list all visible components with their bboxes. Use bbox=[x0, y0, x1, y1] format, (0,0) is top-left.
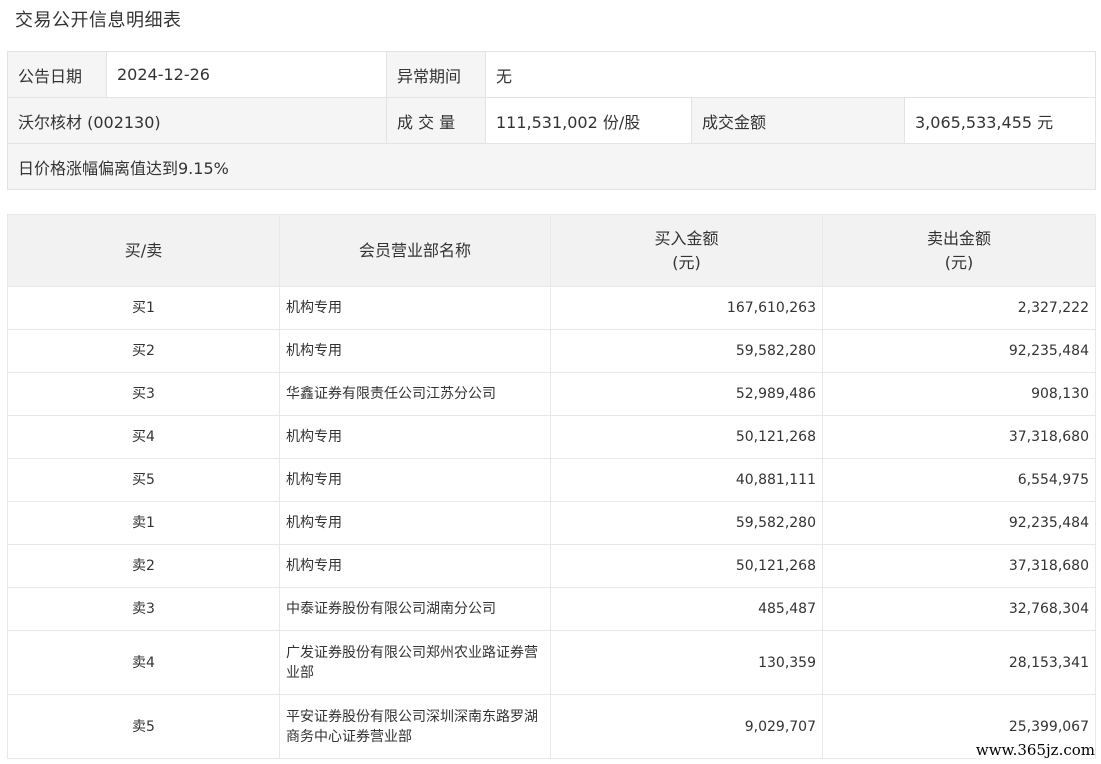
branch-cell: 机构专用 bbox=[279, 286, 551, 330]
branch-cell: 机构专用 bbox=[279, 544, 551, 588]
header-sell-amount: 卖出金额 (元) bbox=[822, 214, 1096, 287]
side-cell: 买2 bbox=[7, 329, 280, 373]
header-buy-unit: (元) bbox=[672, 252, 701, 272]
side-cell: 卖2 bbox=[7, 544, 280, 588]
sell-amount-cell: 28,153,341 bbox=[822, 630, 1096, 695]
header-buy-amount: 买入金额 (元) bbox=[550, 214, 823, 287]
sell-amount-cell: 2,327,222 bbox=[822, 286, 1096, 330]
side-cell: 买1 bbox=[7, 286, 280, 330]
side-cell: 买5 bbox=[7, 458, 280, 502]
branch-cell: 中泰证券股份有限公司湖南分公司 bbox=[279, 587, 551, 631]
branch-cell: 机构专用 bbox=[279, 501, 551, 545]
table-row: 卖1 机构专用 59,582,280 92,235,484 bbox=[7, 501, 1096, 545]
buy-amount-cell: 50,121,268 bbox=[550, 544, 823, 588]
table-row: 卖3 中泰证券股份有限公司湖南分公司 485,487 32,768,304 bbox=[7, 587, 1096, 631]
table-row: 买5 机构专用 40,881,111 6,554,975 bbox=[7, 458, 1096, 502]
side-cell: 卖1 bbox=[7, 501, 280, 545]
header-branch: 会员营业部名称 bbox=[279, 214, 551, 287]
site-watermark: www.365jz.com bbox=[975, 741, 1095, 759]
side-cell: 买4 bbox=[7, 415, 280, 459]
branch-cell: 平安证券股份有限公司深圳深南东路罗湖商务中心证券营业部 bbox=[279, 694, 551, 759]
header-buy-title: 买入金额 bbox=[654, 228, 719, 248]
sell-amount-cell: 92,235,484 bbox=[822, 329, 1096, 373]
buy-amount-cell: 167,610,263 bbox=[550, 286, 823, 330]
buy-amount-cell: 50,121,268 bbox=[550, 415, 823, 459]
sell-amount-cell: 92,235,484 bbox=[822, 501, 1096, 545]
branch-cell: 机构专用 bbox=[279, 415, 551, 459]
table-row: 买1 机构专用 167,610,263 2,327,222 bbox=[7, 286, 1096, 330]
buy-amount-cell: 52,989,486 bbox=[550, 372, 823, 416]
trade-detail-table: 买/卖 会员营业部名称 买入金额 (元) 卖出金额 (元) 买1 机构专用 16… bbox=[7, 214, 1096, 759]
table-row: 卖4 广发证券股份有限公司郑州农业路证券营业部 130,359 28,153,3… bbox=[7, 630, 1096, 695]
branch-cell: 机构专用 bbox=[279, 458, 551, 502]
branch-cell: 华鑫证券有限责任公司江苏分公司 bbox=[279, 372, 551, 416]
sell-amount-cell: 37,318,680 bbox=[822, 415, 1096, 459]
branch-cell: 广发证券股份有限公司郑州农业路证券营业部 bbox=[279, 630, 551, 695]
stock-name: 沃尔核材 (002130) bbox=[7, 97, 387, 144]
stock-info-table: 公告日期 2024-12-26 异常期间 无 沃尔核材 (002130) 成 交… bbox=[6, 51, 1097, 190]
sell-amount-cell: 908,130 bbox=[822, 372, 1096, 416]
side-cell: 卖4 bbox=[7, 630, 280, 695]
buy-amount-cell: 130,359 bbox=[550, 630, 823, 695]
buy-amount-cell: 9,029,707 bbox=[550, 694, 823, 759]
sell-amount-cell: 6,554,975 bbox=[822, 458, 1096, 502]
buy-amount-cell: 59,582,280 bbox=[550, 329, 823, 373]
page-title: 交易公开信息明细表 bbox=[15, 10, 182, 31]
table-row: 卖2 机构专用 50,121,268 37,318,680 bbox=[7, 544, 1096, 588]
header-side: 买/卖 bbox=[7, 214, 280, 287]
amount-value: 3,065,533,455 元 bbox=[903, 97, 1097, 144]
buy-amount-cell: 485,487 bbox=[550, 587, 823, 631]
table-header-row: 买/卖 会员营业部名称 买入金额 (元) 卖出金额 (元) bbox=[7, 214, 1096, 287]
side-cell: 卖5 bbox=[7, 694, 280, 759]
abnormal-period-label: 异常期间 bbox=[386, 51, 486, 98]
abnormal-period-value: 无 bbox=[484, 51, 1097, 98]
amount-label: 成交金额 bbox=[691, 97, 905, 144]
sell-amount-cell: 37,318,680 bbox=[822, 544, 1096, 588]
announce-date-label: 公告日期 bbox=[7, 51, 107, 98]
deviation-reason: 日价格涨幅偏离值达到9.15% bbox=[6, 143, 1097, 190]
buy-amount-cell: 40,881,111 bbox=[550, 458, 823, 502]
table-row: 买3 华鑫证券有限责任公司江苏分公司 52,989,486 908,130 bbox=[7, 372, 1096, 416]
volume-value: 111,531,002 份/股 bbox=[485, 97, 692, 144]
side-cell: 卖3 bbox=[7, 587, 280, 631]
table-row: 买4 机构专用 50,121,268 37,318,680 bbox=[7, 415, 1096, 459]
buy-amount-cell: 59,582,280 bbox=[550, 501, 823, 545]
header-sell-unit: (元) bbox=[944, 252, 974, 272]
table-row: 买2 机构专用 59,582,280 92,235,484 bbox=[7, 329, 1096, 373]
volume-label: 成 交 量 bbox=[386, 97, 486, 144]
announce-date-value: 2024-12-26 bbox=[106, 51, 387, 98]
side-cell: 买3 bbox=[7, 372, 280, 416]
header-sell-title: 卖出金额 bbox=[926, 228, 991, 248]
branch-cell: 机构专用 bbox=[279, 329, 551, 373]
sell-amount-cell: 32,768,304 bbox=[822, 587, 1096, 631]
table-row: 卖5 平安证券股份有限公司深圳深南东路罗湖商务中心证券营业部 9,029,707… bbox=[7, 694, 1096, 759]
